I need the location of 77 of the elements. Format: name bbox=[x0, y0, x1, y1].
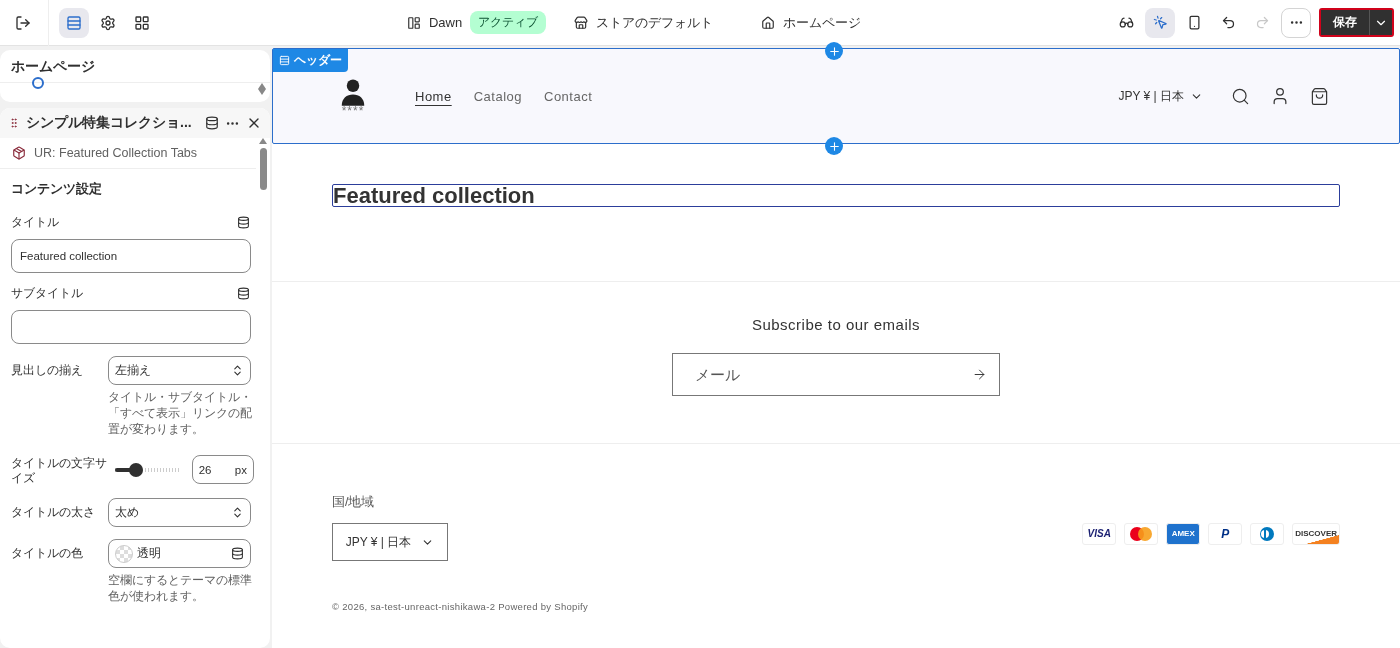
drag-handle-icon[interactable] bbox=[8, 117, 20, 129]
theme-selector[interactable]: Dawn アクティブ bbox=[406, 11, 547, 34]
glasses-icon bbox=[1118, 15, 1134, 30]
newsletter-title: Subscribe to our emails bbox=[751, 316, 921, 333]
store-icon bbox=[574, 15, 589, 30]
email-field[interactable]: メール bbox=[672, 353, 1000, 396]
help-text: タイトル・サブタイトル・「すべて表示」リンクの配置が変わります。 bbox=[108, 389, 253, 437]
page-title: ホームページ bbox=[10, 57, 96, 76]
settings-icon bbox=[100, 14, 116, 31]
select-field[interactable]: 左揃え bbox=[108, 356, 251, 385]
field-label: タイトルの太さ bbox=[11, 505, 96, 520]
app-icon bbox=[12, 146, 26, 160]
chevrons-icon bbox=[231, 506, 244, 519]
plus-icon bbox=[827, 44, 841, 58]
visa-card: VISA bbox=[1082, 523, 1117, 545]
add-section-button[interactable] bbox=[825, 137, 843, 155]
search-icon bbox=[1231, 86, 1250, 106]
region-selector[interactable]: JPY ¥ | 日本 bbox=[332, 523, 448, 561]
currency-selector[interactable]: JPY ¥ | 日本 bbox=[1118, 87, 1203, 105]
database-icon bbox=[231, 547, 244, 560]
section-icon bbox=[279, 55, 290, 66]
field-label: 見出しの揃え bbox=[11, 363, 84, 378]
transparent-swatch bbox=[115, 544, 133, 563]
source-name: UR: Featured Collection Tabs bbox=[34, 146, 198, 160]
database-icon[interactable] bbox=[237, 287, 250, 300]
database-icon[interactable] bbox=[237, 216, 250, 229]
save-button[interactable]: 保存 bbox=[1321, 10, 1369, 35]
apps-icon bbox=[134, 14, 150, 31]
region-label: 国/地域 bbox=[332, 494, 376, 511]
section-tag-label: ヘッダー bbox=[294, 53, 342, 68]
color-field[interactable]: 透明 bbox=[108, 539, 251, 568]
save-menu-button[interactable] bbox=[1369, 10, 1392, 35]
number-input[interactable]: 26 px bbox=[191, 455, 254, 484]
arrow-right-icon[interactable] bbox=[972, 367, 987, 382]
redo-icon bbox=[1254, 15, 1270, 30]
text-input[interactable] bbox=[11, 310, 251, 344]
pointer-button[interactable] bbox=[1145, 7, 1175, 38]
sections-icon bbox=[66, 14, 82, 31]
paypal-card: P bbox=[1208, 523, 1243, 545]
field-label: タイトルの文字サイズ bbox=[11, 456, 108, 486]
text-input[interactable]: Featured collection bbox=[11, 239, 251, 273]
phone-icon bbox=[1186, 15, 1202, 30]
sections-button[interactable] bbox=[59, 7, 89, 38]
select-field[interactable]: 太め bbox=[108, 498, 251, 527]
undo-icon bbox=[1220, 15, 1236, 30]
page-selector[interactable]: ホームページ bbox=[761, 13, 862, 32]
featured-title[interactable]: Featured collection bbox=[332, 184, 1340, 207]
nav-link[interactable]: Home bbox=[415, 88, 452, 104]
slider-thumb[interactable] bbox=[129, 462, 143, 477]
radio-icon bbox=[32, 77, 44, 89]
mastercard-icon bbox=[1124, 523, 1159, 545]
group-heading: コンテンツ設定 bbox=[10, 181, 103, 198]
home-icon bbox=[761, 15, 776, 30]
section-title: シンプル特集コレクショ... bbox=[26, 114, 193, 132]
nav-link[interactable]: Contact bbox=[544, 88, 593, 104]
field-label: タイトルの色 bbox=[11, 546, 84, 561]
help-text: 空欄にするとテーマの標準色が使われます。 bbox=[108, 572, 253, 604]
nav-link[interactable]: Catalog bbox=[473, 88, 522, 104]
field-label: タイトル bbox=[11, 214, 59, 231]
diners-icon bbox=[1250, 523, 1285, 545]
exit-icon bbox=[15, 14, 31, 31]
layout-icon bbox=[406, 15, 421, 30]
chevrons-icon bbox=[231, 364, 244, 377]
scroll-arrows-icon[interactable] bbox=[258, 83, 266, 95]
store-selector[interactable]: ストアのデフォルト bbox=[574, 13, 714, 32]
status-badge: アクティブ bbox=[470, 11, 547, 34]
plus-icon bbox=[827, 139, 841, 153]
database-icon[interactable] bbox=[205, 116, 219, 130]
field-label: サブタイトル bbox=[11, 285, 83, 302]
bag-icon bbox=[1310, 86, 1329, 106]
header-section[interactable]: ヘッダー **** Home Catalog Contact JPY ¥ | 日本 bbox=[272, 48, 1400, 144]
pointer-icon bbox=[1152, 15, 1168, 30]
email-input[interactable]: メール bbox=[693, 365, 972, 384]
copyright-text: © 2026, sa-test-unreact-nishikawa-2 Powered by Shopify bbox=[332, 601, 590, 612]
discover-card: DISCOVER bbox=[1292, 523, 1340, 545]
amex-card: AMEX bbox=[1166, 523, 1201, 545]
logo-caption: **** bbox=[341, 107, 365, 115]
